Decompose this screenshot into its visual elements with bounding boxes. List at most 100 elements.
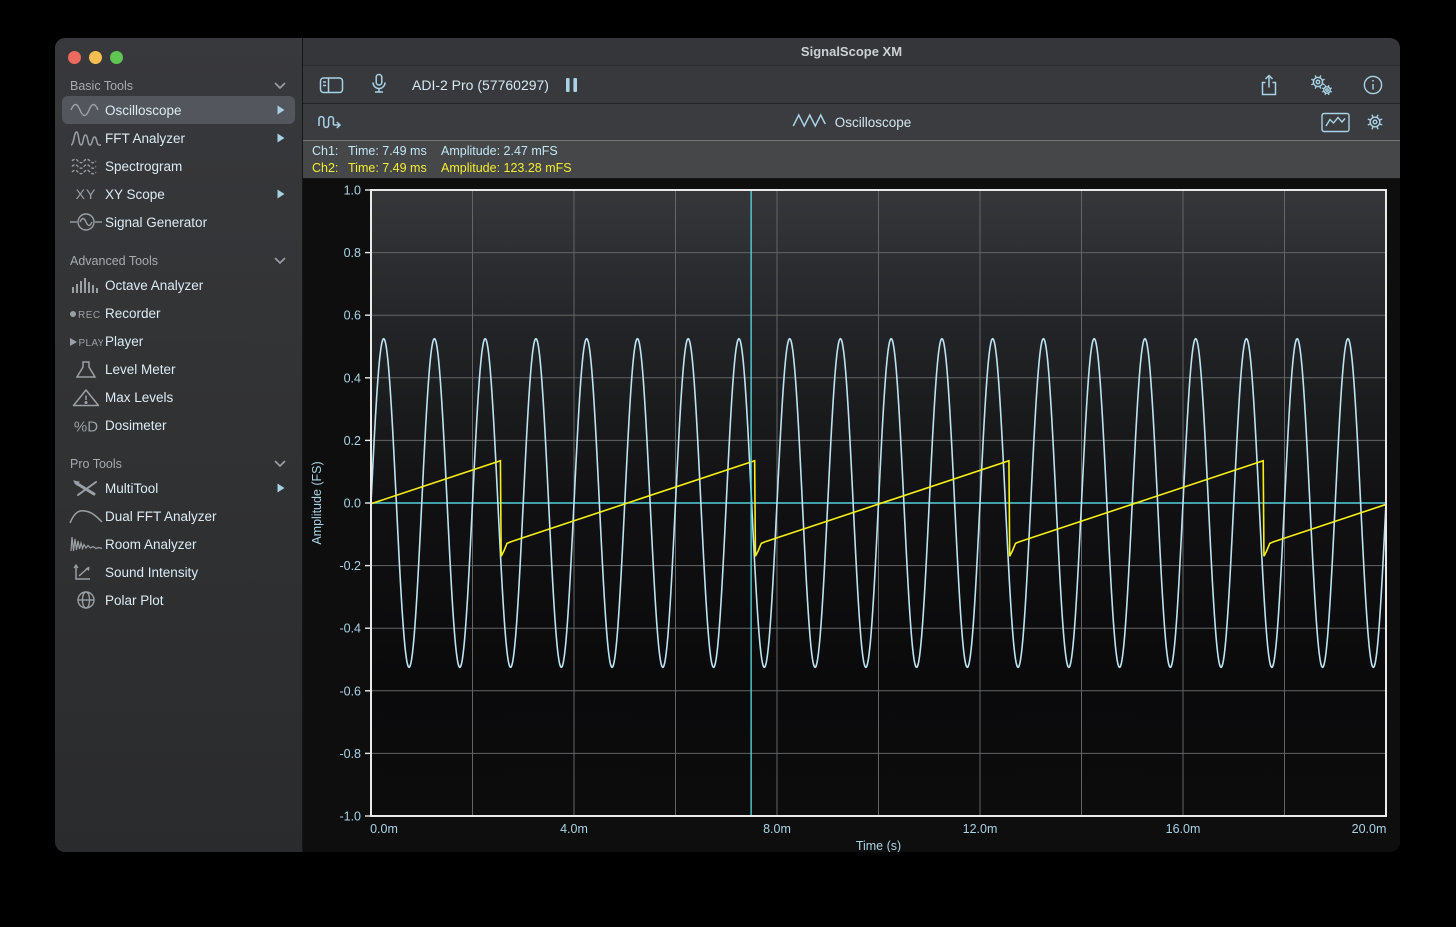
svg-text:-0.8: -0.8 [339,747,361,761]
sidebar-item-label: Polar Plot [105,593,277,608]
svg-text:0.4: 0.4 [344,371,361,385]
sidebar-item-label: FFT Analyzer [105,131,277,146]
sidebar-item-label: Room Analyzer [105,537,277,552]
sidebar-item-label: Dosimeter [105,418,277,433]
sidebar-item-label: MultiTool [105,481,277,496]
svg-text:-0.6: -0.6 [339,684,361,698]
ch1-readout: Ch1:Time: 7.49 msAmplitude: 2.47 mFS [312,143,1400,160]
sidebar-toggle-icon[interactable] [317,73,346,97]
sidebar-item-recorder[interactable]: REC Recorder [62,299,295,327]
spectrogram-icon [67,157,105,175]
dosimeter-icon: %D [67,416,105,435]
share-icon[interactable] [1256,71,1282,99]
sidebar-item-room-analyzer[interactable]: Room Analyzer [62,530,295,558]
spacer [277,539,285,549]
sidebar-item-oscilloscope[interactable]: Oscilloscope [62,96,295,124]
polar-plot-icon [67,590,105,610]
zoom-window-button[interactable] [110,51,123,64]
ch1-amplitude: Amplitude: 2.47 mFS [441,144,558,158]
chevron-down-icon[interactable] [274,252,286,270]
svg-text:-0.4: -0.4 [339,622,361,636]
disclosure-arrow-icon[interactable] [277,105,285,115]
sidebar-item-signal-generator[interactable]: Signal Generator [62,208,295,236]
window-title: SignalScope XM [801,44,902,59]
title-bar: SignalScope XM [303,38,1400,66]
svg-text:-1.0: -1.0 [339,810,361,824]
svg-text:0.6: 0.6 [344,309,361,323]
sidebar-item-xy-scope[interactable]: XY XY Scope [62,180,295,208]
sidebar-item-level-meter[interactable]: Level Meter [62,355,295,383]
signal-generator-icon [67,212,105,232]
ch2-label: Ch2: [312,160,348,177]
chevron-down-icon[interactable] [274,455,286,473]
sidebar-item-label: Level Meter [105,362,277,377]
chevron-down-icon[interactable] [274,77,286,95]
window-controls [55,38,302,66]
input-signal-icon[interactable] [315,112,347,133]
sidebar-item-polar-plot[interactable]: Polar Plot [62,586,295,614]
oscilloscope-chart[interactable]: 1.00.80.60.40.20.0-0.2-0.4-0.6-0.8-1.00.… [303,179,1400,852]
ch2-readout: Ch2:Time: 7.49 msAmplitude: 123.28 mFS [312,160,1400,177]
svg-text:REC: REC [78,310,101,321]
sidebar-item-fft-analyzer[interactable]: FFT Analyzer [62,124,295,152]
sidebar-item-octave-analyzer[interactable]: Octave Analyzer [62,271,295,299]
svg-text:0.0: 0.0 [344,497,361,511]
sidebar-item-label: Oscilloscope [105,103,277,118]
spacer [277,336,285,346]
chart-display-button[interactable] [1319,110,1352,135]
sidebar-item-multitool[interactable]: MultiTool [62,474,295,502]
sidebar-item-label: XY Scope [105,187,277,202]
spacer [277,161,285,171]
warning-triangle-icon [67,388,105,407]
main-area: SignalScope XM ADI-2 Pro (57760297) Osci… [303,38,1400,852]
sidebar-item-label: Player [105,334,277,349]
sound-intensity-icon [67,563,105,582]
scope-title: Oscilloscope [792,113,912,132]
scope-title-label: Oscilloscope [835,115,912,130]
spacer [277,420,285,430]
sidebar-section-header[interactable]: Basic Tools [55,76,302,96]
sidebar-item-spectrogram[interactable]: Spectrogram [62,152,295,180]
xy-icon: XY [67,185,105,203]
sidebar-item-max-levels[interactable]: Max Levels [62,383,295,411]
sidebar-section-header[interactable]: Advanced Tools [55,251,302,271]
ch1-time: Time: 7.49 ms [348,143,441,160]
svg-text:4.0m: 4.0m [560,822,588,836]
record-icon: REC [67,304,105,322]
section-label: Basic Tools [70,79,133,93]
disclosure-arrow-icon[interactable] [277,189,285,199]
sidebar-item-sound-intensity[interactable]: Sound Intensity [62,558,295,586]
info-icon[interactable] [1360,72,1386,98]
play-icon: PLAY [67,332,105,350]
sidebar-section-header[interactable]: Pro Tools [55,454,302,474]
sidebar-item-player[interactable]: PLAY Player [62,327,295,355]
sine-wave-icon [67,101,105,119]
svg-text:%D: %D [74,418,98,435]
pause-button[interactable] [565,77,578,93]
disclosure-arrow-icon[interactable] [277,483,285,493]
disclosure-arrow-icon[interactable] [277,133,285,143]
oscilloscope-plot: 1.00.80.60.40.20.0-0.2-0.4-0.6-0.8-1.00.… [303,179,1400,852]
microphone-icon[interactable] [366,71,392,98]
svg-text:0.8: 0.8 [344,246,361,260]
spacer [277,511,285,521]
sidebar-item-dosimeter[interactable]: %D Dosimeter [62,411,295,439]
sidebar-item-label: Recorder [105,306,277,321]
minimize-window-button[interactable] [89,51,102,64]
scope-header: Oscilloscope [303,104,1400,141]
sidebar-item-label: Dual FFT Analyzer [105,509,277,524]
settings-gears-icon[interactable] [1306,71,1336,99]
device-selector[interactable]: ADI-2 Pro (57760297) [412,77,549,93]
svg-text:Amplitude (FS): Amplitude (FS) [310,461,324,544]
ch2-amplitude: Amplitude: 123.28 mFS [441,161,572,175]
spacer [277,364,285,374]
ch2-time: Time: 7.49 ms [348,160,441,177]
sidebar-item-dual-fft-analyzer[interactable]: Dual FFT Analyzer [62,502,295,530]
svg-text:12.0m: 12.0m [963,822,998,836]
svg-text:20.0m: 20.0m [1352,822,1387,836]
room-analyzer-icon [67,535,105,553]
scope-settings-gear-icon[interactable] [1362,109,1388,135]
cursor-readout: Ch1:Time: 7.49 msAmplitude: 2.47 mFS Ch2… [303,141,1400,179]
main-toolbar: ADI-2 Pro (57760297) [303,66,1400,104]
close-window-button[interactable] [68,51,81,64]
